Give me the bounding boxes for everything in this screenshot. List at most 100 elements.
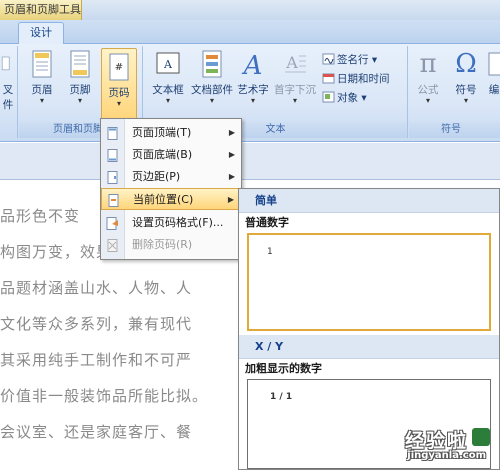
ruler-area [0,143,500,193]
menu-item-format-page-numbers[interactable]: 设置页码格式(F)... [101,212,241,234]
menu-item-bottom-of-page[interactable]: 页面底端(B) ▶ [101,144,241,166]
gallery-item-plain-number[interactable]: 1 [247,233,491,331]
gallery-section-x-of-y: X / Y [239,335,499,359]
quick-parts-label: 文档部件 [191,84,233,96]
drop-cap-button[interactable]: A 首字下沉 ▾ [272,50,318,116]
svg-text:A: A [242,51,263,78]
quick-parts-icon [202,50,222,78]
ribbon: 叉 件 页眉 ▾ 页脚 ▾ # 页码 ▾ 页眉和页脚 A 文本框 ▾ 文档部件 … [0,44,500,142]
wordart-dropdown-arrow: ▾ [250,96,255,105]
tab-design[interactable]: 设计 [18,22,64,44]
page-number-dropdown-arrow: ▾ [116,99,121,108]
textbox-button[interactable]: A 文本框 ▾ [148,50,188,116]
header-dropdown-arrow: ▾ [39,96,44,105]
menu-item-label: 设置页码格式(F)... [132,216,224,229]
remove-page-numbers-icon [107,239,118,252]
doc-line-5: 其采用纯手工制作和不可严 [0,351,193,369]
partial-button[interactable]: 叉 件 [0,50,16,116]
symbols-group-label: 符号 [409,122,500,138]
doc-line-3: 品题材涵盖山水、人物、人 [0,279,193,297]
textbox-label: 文本框 [152,84,184,96]
quick-parts-button[interactable]: 文档部件 ▾ [190,50,234,116]
date-time-button[interactable]: 日期和时间 [322,71,390,88]
menu-item-remove-page-numbers[interactable]: 删除页码(R) [101,234,241,256]
document-icon [1,56,10,71]
signature-icon [322,53,335,65]
gallery-item-title-plain-number: 普通数字 [245,216,289,229]
menu-item-label: 当前位置(C) [133,193,194,206]
page-number-button[interactable]: # 页码 ▾ [101,48,137,122]
watermark: 经验啦 jingyanla.com [362,426,492,466]
wordart-button[interactable]: A 艺术字 ▾ [236,50,270,116]
page-number-menu: 页面顶端(T) ▶ 页面底端(B) ▶ 页边距(P) ▶ 当前位置(C) ▶ 设… [100,118,242,260]
top-of-page-icon [107,127,118,140]
page-margins-icon [107,171,118,184]
wordart-label: 艺术字 [237,84,269,96]
doc-line-6: 价值非一般装饰品所能比拟。 [0,387,209,405]
doc-line-1: 品形色不变 [0,207,81,225]
submenu-arrow-icon: ▶ [228,150,235,159]
current-position-icon [108,194,119,207]
menu-item-label: 删除页码(R) [132,238,193,251]
numbering-label: 编 [488,84,500,96]
partial-label-1: 叉 [2,84,14,96]
pi-icon: π [419,49,437,79]
bold-numbers-preview: 1 / 1 [270,392,293,402]
textbox-icon: A [156,52,180,74]
bottom-of-page-icon [107,149,118,162]
submenu-arrow-icon: ▶ [227,195,234,204]
object-icon [322,91,335,103]
watermark-title: 经验啦 [404,430,468,452]
object-label: 对象 [337,92,358,104]
drop-cap-icon: A [285,53,306,73]
drop-cap-label: 首字下沉 [274,84,316,96]
format-page-numbers-icon [106,217,118,230]
menu-item-page-margins[interactable]: 页边距(P) ▶ [101,166,241,188]
page-number-label: 页码 [108,87,130,99]
submenu-arrow-icon: ▶ [228,128,235,137]
object-button[interactable]: 对象 ▾ [322,90,367,107]
symbol-dropdown-arrow: ▾ [463,96,468,105]
watermark-url: jingyanla.com [407,450,486,461]
submenu-arrow-icon: ▶ [228,172,235,181]
menu-item-label: 页边距(P) [132,170,181,183]
menu-item-top-of-page[interactable]: 页面顶端(T) ▶ [101,122,241,144]
doc-line-7: 会议室、还是家庭客厅、餐 [0,423,193,441]
partial-label-2: 件 [2,99,14,111]
numbering-button-partial[interactable]: 编 [487,50,500,116]
menu-item-label: 页面底端(B) [132,148,193,161]
menu-item-current-position[interactable]: 当前位置(C) ▶ [101,188,241,210]
drop-cap-dropdown-arrow: ▾ [292,96,297,105]
signature-line-button[interactable]: 签名行 ▾ [322,52,377,69]
symbol-button[interactable]: Ω 符号 ▾ [449,50,483,116]
svg-text:#: # [115,62,123,73]
checkmark-logo-icon [472,428,490,446]
doc-line-4: 文化等众多系列，兼有现代 [0,315,193,333]
omega-icon: Ω [455,49,477,79]
ribbon-tab-row: 设计 [0,20,500,44]
gallery-item-title-bold-numbers: 加粗显示的数字 [245,362,322,375]
wordart-icon: A [242,51,263,78]
footer-label: 页脚 [69,84,91,96]
textbox-dropdown-arrow: ▾ [165,96,170,105]
menu-item-label: 页面顶端(T) [132,126,192,139]
footer-icon [70,50,90,78]
svg-text:A: A [163,58,173,71]
ribbon-group-symbols: π 公式 ▾ Ω 符号 ▾ 编 符号 [409,46,500,138]
signature-line-label: 签名行 [337,54,369,66]
symbol-label: 符号 [455,84,477,96]
date-time-label: 日期和时间 [337,73,390,85]
quick-parts-dropdown-arrow: ▾ [209,96,214,105]
numbering-icon [488,52,500,76]
header-button[interactable]: 页眉 ▾ [25,50,59,116]
footer-button[interactable]: 页脚 ▾ [63,50,97,116]
footer-dropdown-arrow: ▾ [77,96,82,105]
formula-button[interactable]: π 公式 ▾ [411,50,445,116]
gallery-section-simple: 简单 [239,189,499,213]
ribbon-group-partial: 叉 件 [0,46,18,138]
calendar-icon [322,73,335,84]
context-tab-title: 页眉和页脚工具 [0,0,82,20]
title-bar: 页眉和页脚工具 [0,0,500,20]
formula-dropdown-arrow: ▾ [425,96,430,105]
svg-text:A: A [285,53,298,72]
